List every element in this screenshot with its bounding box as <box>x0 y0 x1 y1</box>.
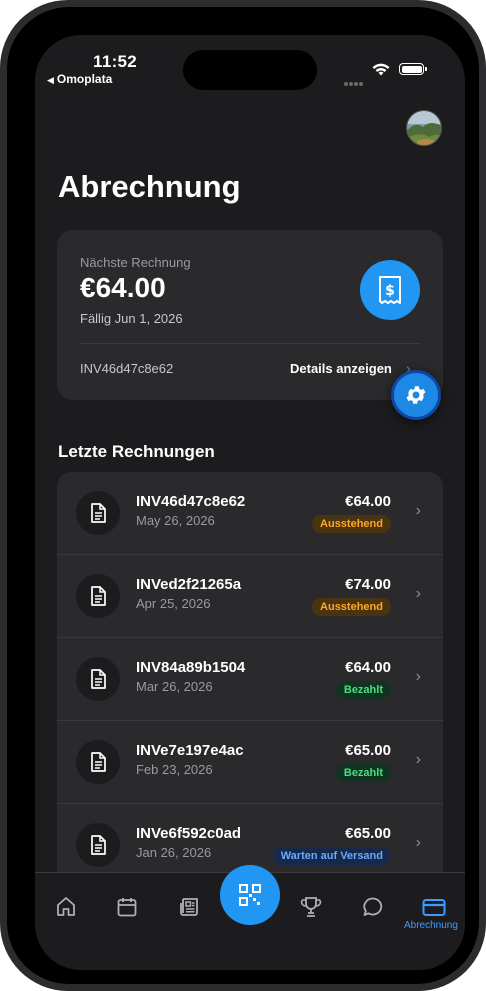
chat-icon <box>363 897 383 916</box>
invoice-row[interactable]: INVed2f21265a Apr 25, 2026 €74.00 Ausste… <box>57 555 443 638</box>
avatar-image <box>407 111 441 145</box>
status-bar: 11:52 ◀ Omoplata <box>35 35 465 95</box>
next-invoice-amount: €64.00 <box>80 272 166 303</box>
invoice-id: INV46d47c8e62 <box>136 493 246 510</box>
trophy-icon <box>300 897 322 917</box>
document-icon <box>76 574 120 618</box>
details-link[interactable]: Details anzeigen <box>290 361 392 376</box>
chevron-right-icon: › <box>415 668 421 685</box>
gear-icon <box>406 386 426 404</box>
document-icon <box>76 740 120 784</box>
status-time: 11:52 <box>93 52 138 71</box>
chevron-right-icon: › <box>415 834 421 851</box>
tab-scan-button[interactable] <box>220 865 280 925</box>
next-invoice-label: Nächste Rechnung <box>80 255 191 270</box>
invoice-row[interactable]: INV84a89b1504 Mar 26, 2026 €64.00 Bezahl… <box>57 638 443 721</box>
back-to-app-link[interactable]: ◀ Omoplata <box>47 72 112 86</box>
next-invoice-card: Nächste Rechnung €64.00 Fällig Jun 1, 20… <box>57 230 443 400</box>
svg-text:$: $ <box>385 283 395 299</box>
invoice-amount: €65.00 <box>345 825 391 842</box>
card-divider <box>80 343 420 344</box>
invoice-date: May 26, 2026 <box>136 513 215 528</box>
document-icon <box>76 657 120 701</box>
invoice-row[interactable]: INVe6f592c0ad Jan 26, 2026 €65.00 Warten… <box>57 804 443 872</box>
next-invoice-due-date: Fällig Jun 1, 2026 <box>80 311 183 326</box>
qr-scan-icon <box>239 884 261 906</box>
invoice-date: Apr 25, 2026 <box>136 596 211 611</box>
invoice-amount: €74.00 <box>345 576 391 593</box>
back-app-label: Omoplata <box>56 72 113 86</box>
cellular-signal-icon <box>344 73 366 86</box>
dynamic-island <box>183 50 317 90</box>
invoice-amount: €64.00 <box>345 659 391 676</box>
tab-chat[interactable] <box>353 887 393 927</box>
receipt-button[interactable]: $ <box>360 260 420 320</box>
document-icon <box>76 491 120 535</box>
tab-bar: Abrechnung <box>35 865 465 970</box>
tab-trophy[interactable] <box>291 887 331 927</box>
chevron-right-icon: › <box>415 751 421 768</box>
invoice-amount: €64.00 <box>345 493 391 510</box>
status-badge: Ausstehend <box>312 515 391 533</box>
home-icon <box>57 897 75 916</box>
status-badge: Bezahlt <box>335 764 391 782</box>
status-badge: Bezahlt <box>335 681 391 699</box>
battery-icon <box>399 63 427 75</box>
invoice-amount: €65.00 <box>345 742 391 759</box>
document-icon <box>76 823 120 867</box>
screen: 11:52 ◀ Omoplata Abrechnung Nächste Rech… <box>35 35 465 970</box>
invoice-row[interactable]: INV46d47c8e62 May 26, 2026 €64.00 Ausste… <box>57 472 443 555</box>
chevron-right-icon: › <box>415 585 421 602</box>
card-icon <box>422 899 446 916</box>
wifi-icon <box>372 63 390 76</box>
tab-billing-label: Abrechnung <box>404 920 458 931</box>
tab-home[interactable] <box>46 887 86 927</box>
avatar[interactable] <box>406 110 442 146</box>
status-badge: Ausstehend <box>312 598 391 616</box>
invoice-id: INV84a89b1504 <box>136 659 246 676</box>
invoice-id: INVe6f592c0ad <box>136 825 242 842</box>
phone-frame: 11:52 ◀ Omoplata Abrechnung Nächste Rech… <box>0 0 486 991</box>
invoice-list: INV46d47c8e62 May 26, 2026 €64.00 Ausste… <box>57 472 443 872</box>
page-title: Abrechnung <box>58 169 241 204</box>
invoice-row[interactable]: INVe7e197e4ac Feb 23, 2026 €65.00 Bezahl… <box>57 721 443 804</box>
tab-calendar[interactable] <box>107 887 147 927</box>
news-icon <box>180 898 198 916</box>
invoice-id: INVed2f21265a <box>136 576 242 593</box>
recent-invoices-title: Letzte Rechnungen <box>58 442 215 461</box>
invoice-date: Feb 23, 2026 <box>136 762 213 777</box>
tab-news[interactable] <box>169 887 209 927</box>
invoice-date: Mar 26, 2026 <box>136 679 213 694</box>
next-invoice-id: INV46d47c8e62 <box>80 361 174 376</box>
phone-bezel: 11:52 ◀ Omoplata Abrechnung Nächste Rech… <box>7 7 479 984</box>
calendar-icon <box>117 898 137 917</box>
receipt-dollar-icon: $ <box>379 276 401 304</box>
chevron-right-icon: › <box>415 502 421 519</box>
back-triangle-icon: ◀ <box>47 75 54 85</box>
invoice-id: INVe7e197e4ac <box>136 742 244 759</box>
invoice-date: Jan 26, 2026 <box>136 845 212 860</box>
status-badge: Warten auf Versand <box>272 847 391 865</box>
settings-fab[interactable] <box>391 370 441 420</box>
